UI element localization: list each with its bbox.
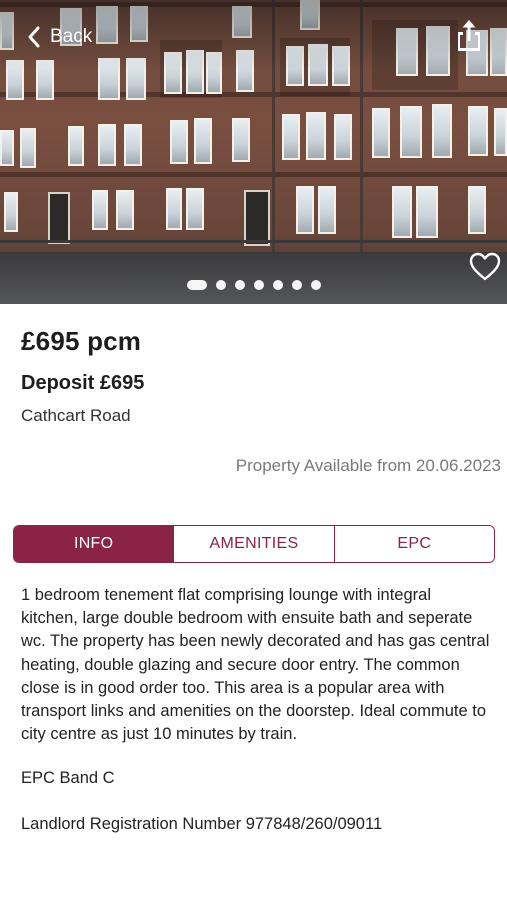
detail-tabs: INFO AMENITIES EPC xyxy=(13,525,495,563)
gallery-dot[interactable] xyxy=(215,280,226,290)
gallery-dot[interactable] xyxy=(186,280,207,290)
tab-amenities[interactable]: AMENITIES xyxy=(173,526,334,562)
availability-date: Property Available from 20.06.2023 xyxy=(235,456,501,475)
heart-icon[interactable] xyxy=(469,252,501,282)
property-description: 1 bedroom tenement flat comprising loung… xyxy=(21,586,490,744)
tab-info[interactable]: INFO xyxy=(14,526,174,562)
tab-epc[interactable]: EPC xyxy=(333,526,494,562)
epc-band: EPC Band C xyxy=(21,769,115,787)
listing-deposit: Deposit £695 xyxy=(21,372,145,394)
chevron-left-icon xyxy=(28,26,40,48)
gallery-dot[interactable] xyxy=(310,280,321,290)
share-icon[interactable] xyxy=(455,20,483,52)
gallery-dot[interactable] xyxy=(234,280,245,290)
gallery-dot[interactable] xyxy=(272,280,283,290)
listing-address: Cathcart Road xyxy=(21,406,131,425)
back-label: Back xyxy=(50,26,93,47)
gallery-pagination xyxy=(0,280,507,290)
back-button[interactable]: Back xyxy=(26,22,92,52)
landlord-registration: Landlord Registration Number 977848/260/… xyxy=(21,815,383,833)
listing-price: £695 pcm xyxy=(21,326,142,356)
property-photo[interactable]: Back xyxy=(0,0,507,304)
gallery-dot[interactable] xyxy=(291,280,302,290)
gallery-dot[interactable] xyxy=(253,280,264,290)
